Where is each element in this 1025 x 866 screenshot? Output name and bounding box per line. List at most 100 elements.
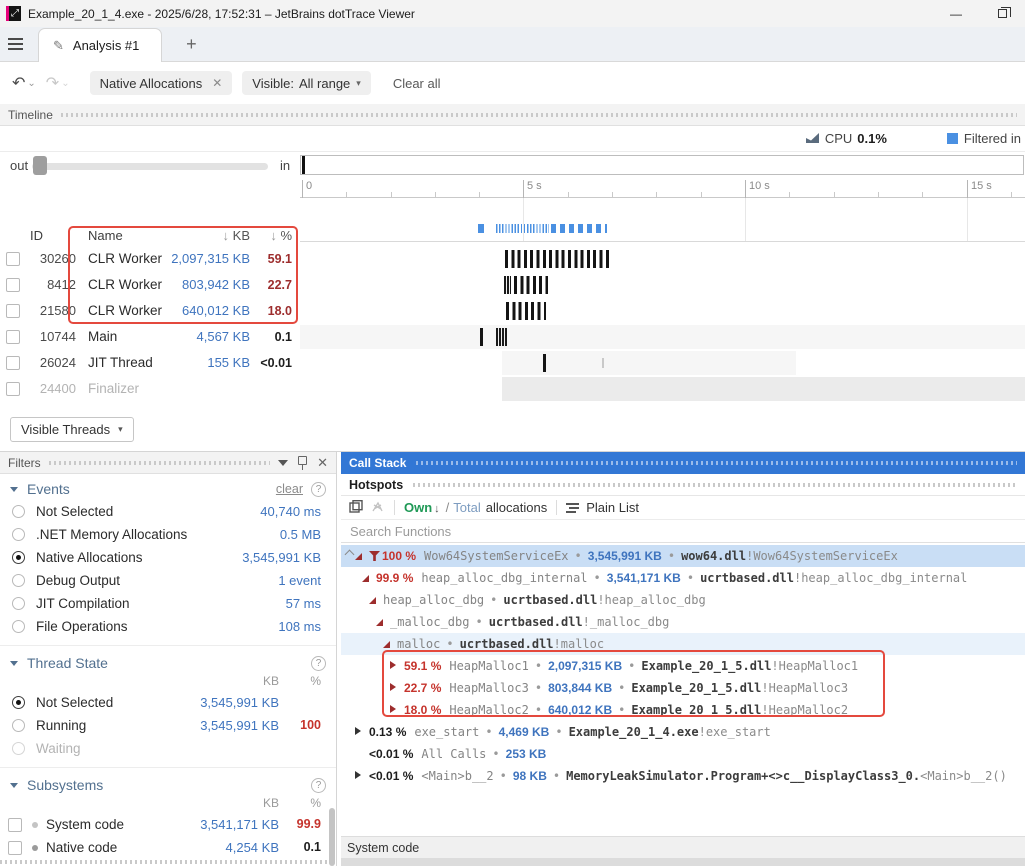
clear-events-link[interactable]: clear (276, 482, 303, 496)
thread-activity-track[interactable] (300, 298, 1025, 324)
event-filter-row[interactable]: JIT Compilation57 ms (0, 592, 336, 615)
collapsed-icon[interactable] (390, 677, 399, 699)
thread-checkbox[interactable] (6, 330, 20, 344)
clear-all-button[interactable]: Clear all (393, 76, 441, 91)
thread-row[interactable]: 24400Finalizer (0, 376, 300, 402)
radio-button[interactable] (12, 597, 25, 610)
close-icon[interactable]: ✕ (212, 76, 222, 90)
callstack-row[interactable]: 0.13 %exe_start•4,469 KB•Example_20_1_4.… (341, 721, 1025, 743)
events-section-header[interactable]: Events clear ? (0, 474, 336, 500)
thread-checkbox[interactable] (6, 382, 20, 396)
thread-activity-track[interactable] (300, 350, 1025, 376)
thread-state-section-header[interactable]: Thread State ? (0, 648, 336, 674)
thread-checkbox[interactable] (6, 252, 20, 266)
resize-handle[interactable] (0, 860, 330, 864)
tab-analysis-1[interactable]: ✎ Analysis #1 (38, 28, 162, 62)
undo-button[interactable]: ↶ (12, 73, 25, 93)
plain-list-button[interactable]: Plain List (566, 500, 639, 515)
thread-activity-track[interactable] (300, 272, 1025, 298)
minimize-button[interactable]: — (933, 0, 979, 27)
event-filter-row[interactable]: Debug Output1 event (0, 569, 336, 592)
help-icon[interactable]: ? (311, 778, 326, 793)
thread-activity-track[interactable] (300, 246, 1025, 272)
radio-button[interactable] (12, 696, 25, 709)
zoom-slider-track[interactable] (32, 163, 268, 170)
callstack-row[interactable]: <0.01 %All Calls•253 KB (341, 743, 1025, 765)
main-menu-button[interactable] (0, 27, 30, 61)
radio-button[interactable] (12, 620, 25, 633)
own-label[interactable]: Own (404, 500, 432, 515)
callstack-row[interactable]: 99.9 %heap_alloc_dbg_internal•3,541,171 … (341, 567, 1025, 589)
help-icon[interactable]: ? (311, 482, 326, 497)
expanded-icon[interactable] (362, 567, 371, 589)
restore-button[interactable] (979, 0, 1025, 27)
thread-state-row[interactable]: Waiting (0, 737, 336, 760)
subsystems-section-header[interactable]: Subsystems ? (0, 770, 336, 796)
callstack-row[interactable]: 22.7 %HeapMalloc3•803,844 KB•Example_20_… (341, 677, 1025, 699)
total-label[interactable]: Total (453, 500, 480, 515)
search-functions-input[interactable] (341, 524, 1025, 539)
expanded-icon[interactable] (383, 633, 392, 655)
thread-state-row[interactable]: Not Selected3,545,991 KB (0, 691, 336, 714)
collapsed-icon[interactable] (355, 721, 364, 743)
collapsed-icon[interactable] (390, 699, 399, 721)
expanded-icon[interactable] (369, 589, 378, 611)
scrollbar-thumb[interactable] (329, 808, 335, 866)
expanded-icon[interactable] (376, 611, 385, 633)
thread-row[interactable]: 10744Main4,567 KB0.1 (0, 324, 300, 350)
panel-menu-icon[interactable] (278, 460, 288, 466)
thread-checkbox[interactable] (6, 278, 20, 292)
collapsed-icon[interactable] (355, 765, 364, 787)
subsystem-row[interactable]: Native code4,254 KB0.1 (0, 836, 336, 859)
visible-threads-button[interactable]: Visible Threads ▾ (10, 417, 134, 442)
help-icon[interactable]: ? (311, 656, 326, 671)
range-left-handle[interactable] (302, 156, 305, 174)
expanded-icon[interactable] (355, 545, 364, 567)
radio-button[interactable] (12, 528, 25, 541)
visible-range-chip[interactable]: Visible: All range ▾ (242, 71, 371, 95)
group-by-button[interactable] (349, 500, 363, 516)
radio-button[interactable] (12, 505, 25, 518)
callstack-row[interactable]: <0.01 %<Main>b__2•98 KB•MemoryLeakSimula… (341, 765, 1025, 787)
event-filter-row[interactable]: File Operations108 ms (0, 615, 336, 638)
collapsed-icon[interactable] (390, 655, 399, 677)
radio-button[interactable] (12, 719, 25, 732)
radio-button[interactable] (12, 742, 25, 755)
col-id[interactable]: ID (30, 228, 43, 243)
visible-range-bar[interactable] (300, 155, 1024, 175)
callstack-row[interactable]: heap_alloc_dbg•ucrtbased.dll!heap_alloc_… (341, 589, 1025, 611)
add-tab-button[interactable]: + (174, 27, 208, 61)
native-allocations-filter-chip[interactable]: Native Allocations ✕ (90, 71, 233, 95)
callstack-row[interactable]: 100 %Wow64SystemServiceEx•3,545,991 KB•w… (341, 545, 1025, 567)
zoom-slider-handle[interactable] (33, 156, 47, 175)
thread-activity-track[interactable] (300, 376, 1025, 402)
callstack-row[interactable]: 59.1 %HeapMalloc1•2,097,315 KB•Example_2… (341, 655, 1025, 677)
thread-row[interactable]: 26024JIT Thread155 KB<0.01 (0, 350, 300, 376)
thread-state-row[interactable]: Running3,545,991 KB100 (0, 714, 336, 737)
radio-button[interactable] (12, 551, 25, 564)
thread-row[interactable]: 21580CLR Worker640,012 KB18.0 (0, 298, 300, 324)
thread-checkbox[interactable] (6, 356, 20, 370)
callstack-row[interactable]: 18.0 %HeapMalloc2•640,012 KB•Example_20_… (341, 699, 1025, 721)
thread-row[interactable]: 30260CLR Worker2,097,315 KB59.1 (0, 246, 300, 272)
events-overview-track[interactable] (300, 198, 1025, 242)
callstack-row[interactable]: _malloc_dbg•ucrtbased.dll!_malloc_dbg (341, 611, 1025, 633)
thread-row[interactable]: 8412CLR Worker803,942 KB22.7 (0, 272, 300, 298)
subsystem-checkbox[interactable] (8, 841, 22, 855)
col-name[interactable]: Name (88, 228, 123, 243)
subsystem-row[interactable]: System code3,541,171 KB99.9 (0, 813, 336, 836)
subsystem-checkbox[interactable] (8, 818, 22, 832)
event-filter-row[interactable]: .NET Memory Allocations0.5 MB (0, 523, 336, 546)
col-pct[interactable]: ↓ % (270, 228, 292, 243)
follow-function-button[interactable] (371, 500, 385, 516)
event-filter-row[interactable]: Not Selected40,740 ms (0, 500, 336, 523)
redo-button[interactable]: ↷ (46, 73, 59, 93)
thread-activity-track[interactable] (300, 324, 1025, 350)
undo-dropdown[interactable]: ⌄ (27, 78, 35, 89)
col-kb[interactable]: ↓ KB (223, 228, 250, 243)
event-filter-row[interactable]: Native Allocations3,545,991 KB (0, 546, 336, 569)
pin-icon[interactable] (298, 456, 307, 465)
redo-dropdown[interactable]: ⌄ (61, 78, 69, 89)
close-icon[interactable]: ✕ (317, 455, 328, 471)
callstack-row[interactable]: malloc•ucrtbased.dll!malloc (341, 633, 1025, 655)
